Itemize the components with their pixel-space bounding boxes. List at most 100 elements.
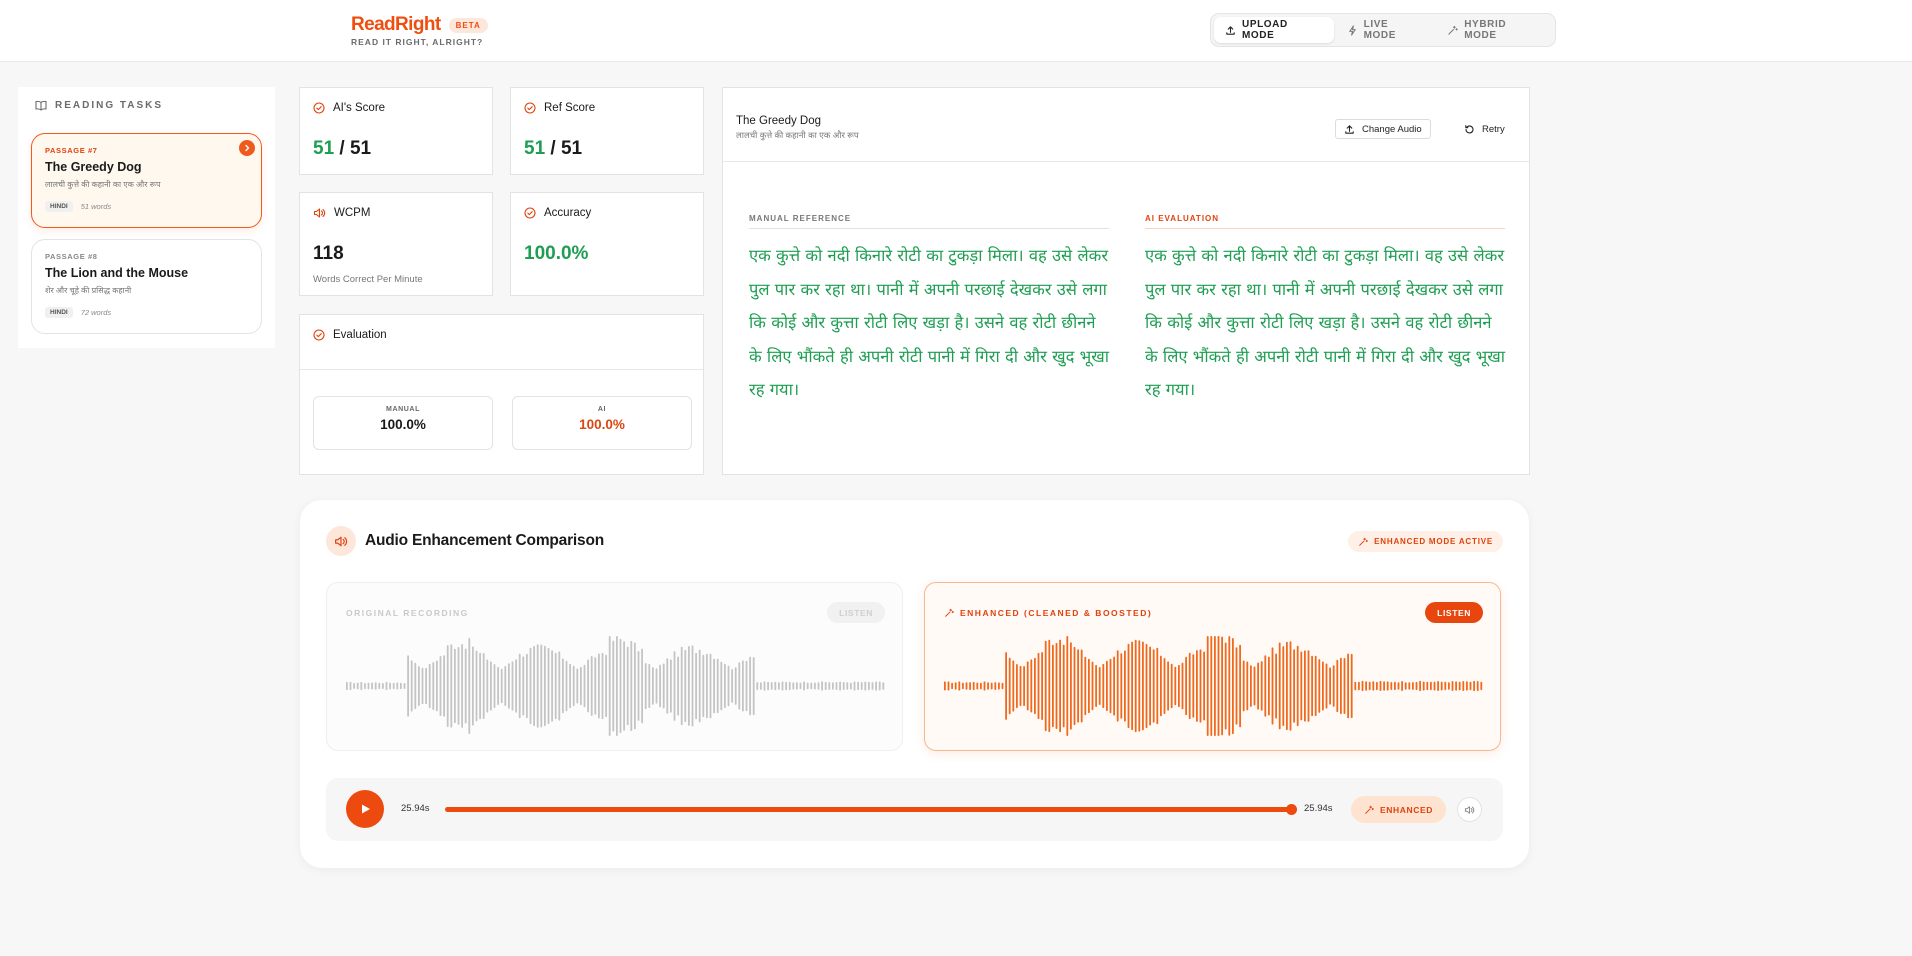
check-circle-icon (524, 207, 536, 219)
waveform-bar (1059, 639, 1061, 733)
waveform-bar (1055, 642, 1058, 729)
waveform-bar (1433, 681, 1436, 691)
card-header: Ref Score (524, 102, 595, 114)
waveform-bar (1030, 659, 1033, 713)
waveform-bar (623, 641, 625, 731)
waveform-bar (1221, 636, 1223, 736)
waveform-bar (742, 660, 744, 712)
waveform-bar (648, 663, 651, 709)
progress-track[interactable] (445, 807, 1291, 812)
task-title: The Lion and the Mouse (45, 266, 189, 280)
waveform-bar (990, 682, 993, 690)
original-listen-button[interactable]: LISTEN (827, 602, 885, 623)
waveform-bar (1116, 650, 1119, 722)
waveform-bar (1329, 667, 1331, 705)
task-card-greedy-dog[interactable]: PASSAGE #7 The Greedy Dog लालची कुत्ते क… (31, 133, 262, 228)
waveform-bar (1275, 653, 1277, 719)
waveform-bar (630, 640, 633, 732)
task-card-lion-mouse[interactable]: PASSAGE #8 The Lion and the Mouse शेर और… (31, 239, 262, 334)
speaker-icon (313, 207, 326, 219)
waveform-bar (554, 652, 557, 720)
retry-label: Retry (1482, 123, 1505, 135)
waveform-bar (954, 682, 957, 690)
enhanced-listen-button[interactable]: LISTEN (1425, 602, 1483, 623)
waveform-bar (364, 683, 366, 690)
waveform-bar (346, 681, 348, 691)
waveform-bar (875, 681, 877, 691)
waveform-bar (1131, 641, 1133, 731)
waveform-bar (475, 650, 478, 722)
waveform-bar (1044, 640, 1047, 732)
hybrid-mode-tab[interactable]: HYBRID MODE (1436, 17, 1552, 43)
waveform-bar (428, 663, 431, 709)
retry-button[interactable]: Retry (1456, 119, 1513, 139)
check-circle-icon (313, 329, 325, 341)
waveform-bar (562, 658, 564, 714)
waveform-bar (367, 682, 370, 690)
volume-button[interactable] (1457, 797, 1482, 822)
brand[interactable]: ReadRight BETA (351, 14, 488, 36)
waveform-bar (421, 667, 424, 705)
waveform-bar (360, 681, 363, 691)
waveform-bar (756, 682, 759, 690)
waveform-bar (400, 682, 402, 690)
waveform-bar (1354, 681, 1357, 691)
waveform-bar (1109, 658, 1112, 714)
waveform-bar (846, 682, 849, 690)
waveform-bar (965, 682, 968, 690)
waveform-bar (980, 682, 982, 690)
waveform-bar (619, 638, 622, 734)
waveform-bar (1466, 681, 1468, 691)
waveform-bar (1149, 646, 1151, 726)
waveform-bar (371, 682, 373, 690)
task-meta: HINDI 72 words (45, 307, 111, 318)
waveform-bar (1415, 681, 1418, 691)
live-mode-tab[interactable]: LIVE MODE (1336, 17, 1435, 43)
enhanced-toggle[interactable]: ENHANCED (1351, 796, 1446, 823)
speaker-icon (326, 526, 356, 556)
waveform-bar (598, 653, 600, 719)
evaluation-label: Evaluation (333, 329, 387, 341)
waveform-bar (1448, 682, 1450, 690)
waveform-bar (994, 682, 997, 690)
play-button[interactable] (346, 790, 384, 828)
waveform-bar (446, 645, 449, 727)
waveform-bar (1451, 681, 1454, 691)
waveform-bar (781, 681, 784, 691)
task-subtitle: लालची कुत्ते की कहानी का एक और रूप (45, 180, 161, 189)
waveform-bar (1250, 665, 1252, 707)
waveform-bar (1005, 652, 1007, 720)
waveform-bar (1412, 682, 1414, 690)
waveform-bar (439, 656, 442, 716)
upload-mode-tab[interactable]: UPLOAD MODE (1214, 17, 1334, 43)
waveform-bar (824, 681, 827, 691)
waveform-bar (544, 645, 546, 727)
language-badge: HINDI (45, 201, 73, 212)
waveform-bar (410, 660, 413, 712)
waveform-bar (1419, 680, 1421, 692)
waveform-bar (652, 667, 654, 705)
card-header: WCPM (313, 207, 370, 219)
waveform-bar (1012, 660, 1015, 712)
waveform-bar (702, 654, 705, 718)
waveform-bar (454, 648, 456, 724)
lightning-icon (1347, 24, 1358, 36)
task-title: The Greedy Dog (45, 160, 142, 174)
waveform-bar (1347, 653, 1349, 719)
waveform-bar (983, 681, 986, 691)
divider (300, 369, 703, 370)
ai-evaluation-header: AI EVALUATION (1145, 214, 1505, 229)
waveform-bar (1390, 682, 1393, 690)
waveform-bar (612, 640, 615, 732)
task-tag: PASSAGE #7 (45, 146, 98, 155)
progress-thumb[interactable] (1286, 804, 1297, 815)
audio-player: 25.94s 25.94s ENHANCED (326, 778, 1503, 841)
brand-logo: ReadRight (351, 14, 441, 35)
waveform-bar (1343, 658, 1346, 714)
wcpm-card: WCPM 118 Words Correct Per Minute (299, 192, 493, 296)
upload-mode-label: UPLOAD MODE (1242, 19, 1288, 41)
change-audio-button[interactable]: Change Audio (1335, 119, 1431, 139)
check-circle-icon (524, 102, 536, 114)
waveform-bar (497, 666, 499, 705)
waveform-bar (1048, 639, 1051, 733)
